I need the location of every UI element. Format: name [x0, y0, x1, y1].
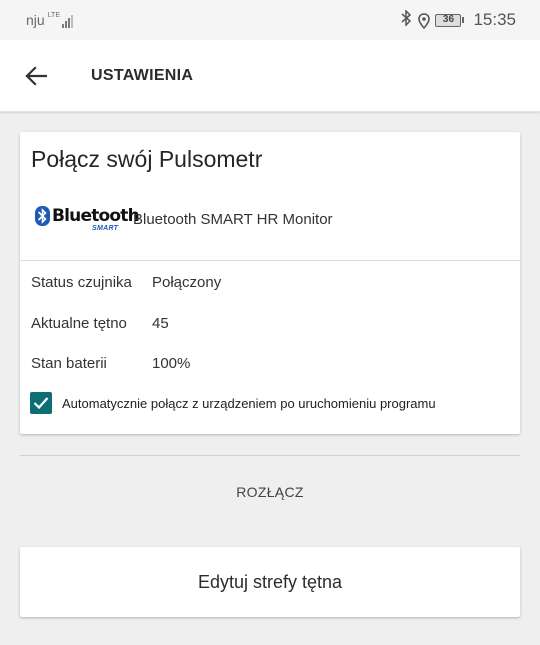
bluetooth-logo-word: Bluetooth	[52, 206, 140, 226]
app-bar: USTAWIENIA	[0, 40, 540, 112]
signal-icon: LTE	[47, 12, 74, 28]
battery-state-value: 100%	[152, 355, 191, 372]
disconnect-button[interactable]: ROZŁĄCZ	[20, 472, 520, 512]
section-divider	[20, 455, 520, 456]
card-divider	[20, 260, 520, 261]
battery-state-label: Stan baterii	[31, 355, 107, 372]
bluetooth-icon	[401, 8, 412, 31]
battery-icon: 36	[435, 13, 465, 27]
status-left: nju LTE	[26, 12, 74, 28]
battery-level: 36	[435, 13, 462, 27]
carrier-name: nju	[26, 12, 45, 28]
current-heart-rate-label: Aktualne tętno	[31, 315, 127, 332]
auto-connect-label[interactable]: Automatycznie połącz z urządzeniem po ur…	[62, 396, 436, 411]
status-bar: nju LTE 36 15:35	[0, 0, 540, 40]
arrow-left-icon	[25, 65, 47, 86]
card-title: Połącz swój Pulsometr	[31, 146, 263, 172]
auto-connect-checkbox[interactable]	[30, 392, 52, 414]
location-icon	[418, 13, 431, 30]
status-right: 36 15:35	[401, 8, 516, 31]
network-type: LTE	[47, 12, 61, 19]
bluetooth-smart-logo: Bluetooth SMART	[35, 206, 140, 236]
bluetooth-logo-smart: SMART	[92, 225, 119, 232]
page-title: USTAWIENIA	[91, 66, 194, 84]
bluetooth-rune-icon	[35, 206, 50, 226]
heart-rate-monitor-card: Połącz swój Pulsometr Bluetooth SMART Bl…	[20, 132, 520, 434]
sensor-status-label: Status czujnika	[31, 274, 132, 291]
clock: 15:35	[473, 10, 516, 29]
sensor-status-value: Połączony	[152, 274, 222, 291]
edit-heart-rate-zones-button[interactable]: Edytuj strefy tętna	[20, 547, 520, 617]
current-heart-rate-value: 45	[152, 315, 169, 332]
back-button[interactable]	[0, 40, 72, 112]
checkmark-icon	[33, 397, 49, 410]
device-name: Bluetooth SMART HR Monitor	[133, 211, 333, 228]
